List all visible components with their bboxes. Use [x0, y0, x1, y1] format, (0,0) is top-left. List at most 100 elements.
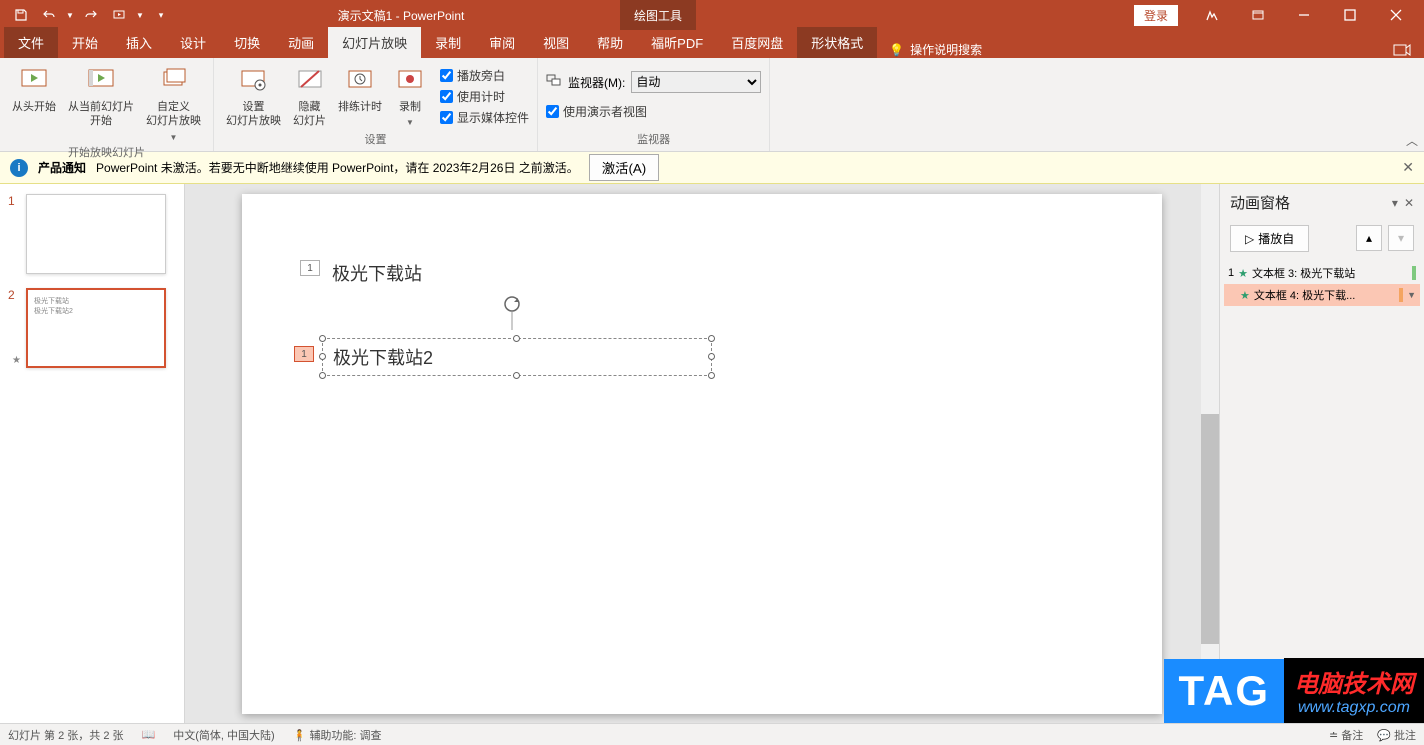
slide-editor[interactable]: 1 极光下载站 1 极光下载站2 [185, 184, 1219, 723]
tab-file[interactable]: 文件 [4, 27, 58, 58]
tab-review[interactable]: 审阅 [475, 27, 529, 58]
rotate-handle-icon[interactable] [502, 294, 522, 337]
monitor-label: 监视器(M): [568, 74, 625, 91]
media-checkbox[interactable]: 显示媒体控件 [440, 107, 529, 128]
undo-dropdown-icon[interactable]: ▼ [64, 2, 76, 28]
resize-handle[interactable] [319, 372, 326, 379]
rehearse-icon [344, 64, 376, 96]
resize-handle[interactable] [708, 335, 715, 342]
titlebar-right: 登录 [1134, 0, 1424, 30]
resize-handle[interactable] [513, 372, 520, 379]
tab-slideshow[interactable]: 幻灯片放映 [328, 27, 421, 58]
ribbon-group-start: 从头开始 从当前幻灯片 开始 自定义 幻灯片放映 ▼ 开始放映幻灯片 [0, 58, 214, 151]
hide-slide-icon [294, 64, 326, 96]
resize-handle[interactable] [319, 335, 326, 342]
pane-close-icon[interactable]: ✕ [1404, 196, 1414, 210]
notice-close-icon[interactable]: ✕ [1402, 159, 1414, 176]
presenter-view-checkbox[interactable]: 使用演示者视图 [546, 101, 761, 122]
slide-thumbnail-2[interactable]: 极光下载站极光下载站2 ★ [26, 288, 166, 368]
activate-button[interactable]: 激活(A) [589, 154, 659, 181]
editor-scrollbar[interactable] [1201, 184, 1219, 723]
tab-animation[interactable]: 动画 [274, 27, 328, 58]
resize-handle[interactable] [319, 353, 326, 360]
textbox-1[interactable]: 极光下载站 [332, 260, 422, 286]
textbox-2-selected[interactable]: 极光下载站2 [322, 338, 712, 376]
close-icon[interactable] [1374, 0, 1418, 30]
custom-slideshow-button[interactable]: 自定义 幻灯片放映 ▼ [142, 62, 205, 144]
group-label-setup: 设置 [222, 131, 529, 149]
record-icon [394, 64, 426, 96]
resize-handle[interactable] [708, 372, 715, 379]
slide-thumbnail-panel: 1 2 极光下载站极光下载站2 ★ [0, 184, 185, 723]
minimize-icon[interactable] [1282, 0, 1326, 30]
dropdown-icon: ▼ [170, 133, 178, 142]
tab-format[interactable]: 形状格式 [797, 27, 877, 58]
from-beginning-button[interactable]: 从头开始 [8, 62, 60, 144]
share-icon[interactable] [1380, 42, 1424, 58]
language-status[interactable]: 中文(简体, 中国大陆) [173, 727, 274, 743]
comments-button[interactable]: 💬 批注 [1377, 727, 1416, 743]
play-from-start-icon [18, 64, 50, 96]
notes-button[interactable]: ≐ 备注 [1329, 727, 1363, 743]
tab-record[interactable]: 录制 [421, 27, 475, 58]
animation-item[interactable]: 1 ★ 文本框 3: 极光下载站 [1224, 262, 1420, 284]
tab-transition[interactable]: 切换 [220, 27, 274, 58]
maximize-icon[interactable] [1328, 0, 1372, 30]
timing-checkbox[interactable]: 使用计时 [440, 86, 529, 107]
anim-item-label: 文本框 4: 极光下载... [1254, 287, 1395, 303]
from-current-button[interactable]: 从当前幻灯片 开始 [64, 62, 138, 144]
thumb-number: 1 [8, 194, 20, 274]
custom-slideshow-icon [158, 64, 190, 96]
resize-handle[interactable] [708, 353, 715, 360]
spellcheck-icon[interactable]: 📖 [142, 728, 156, 741]
animation-order-tag[interactable]: 1 [300, 260, 320, 276]
slide-thumbnail-1[interactable] [26, 194, 166, 274]
hide-slide-button[interactable]: 隐藏 幻灯片 [289, 62, 330, 131]
accessibility-icon: 🧍 [293, 730, 307, 742]
animation-order-tag[interactable]: 1 [294, 346, 314, 362]
animation-item[interactable]: ★ 文本框 4: 极光下载... ▼ [1224, 284, 1420, 306]
tab-help[interactable]: 帮助 [583, 27, 637, 58]
undo-icon[interactable] [36, 2, 62, 28]
save-icon[interactable] [8, 2, 34, 28]
login-button[interactable]: 登录 [1134, 5, 1178, 26]
status-bar: 幻灯片 第 2 张，共 2 张 📖 中文(简体, 中国大陆) 🧍 辅助功能: 调… [0, 723, 1424, 745]
lightbulb-icon: 💡 [889, 43, 904, 57]
setup-slideshow-button[interactable]: 设置 幻灯片放映 [222, 62, 285, 131]
setup-icon [238, 64, 270, 96]
dropdown-icon: ▼ [406, 118, 414, 127]
from-current-label: 从当前幻灯片 开始 [68, 100, 134, 129]
scrollbar-handle[interactable] [1201, 414, 1219, 644]
tab-insert[interactable]: 插入 [112, 27, 166, 58]
move-down-button[interactable]: ▾ [1388, 225, 1414, 251]
monitor-select[interactable]: 自动 [631, 71, 761, 93]
tab-foxit[interactable]: 福昕PDF [637, 27, 717, 58]
title-bar: ▼ ▼ ▾ 演示文稿1 - PowerPoint 绘图工具 登录 [0, 0, 1424, 30]
pane-dropdown-icon[interactable]: ▾ [1392, 196, 1398, 210]
slide-canvas[interactable]: 1 极光下载站 1 极光下载站2 [242, 194, 1162, 714]
timeline-bar [1399, 288, 1403, 302]
narration-checkbox[interactable]: 播放旁白 [440, 65, 529, 86]
tab-home[interactable]: 开始 [58, 27, 112, 58]
workspace: 1 2 极光下载站极光下载站2 ★ 1 极光下载站 1 极光下载站2 [0, 184, 1424, 723]
tell-me-label: 操作说明搜索 [910, 41, 982, 58]
resize-handle[interactable] [513, 335, 520, 342]
tell-me-search[interactable]: 💡 操作说明搜索 [877, 41, 994, 58]
coming-soon-icon[interactable] [1190, 0, 1234, 30]
notification-bar: i 产品通知 PowerPoint 未激活。若要无中断地继续使用 PowerPo… [0, 152, 1424, 184]
qat-customize-icon[interactable]: ▾ [148, 2, 174, 28]
tab-design[interactable]: 设计 [166, 27, 220, 58]
tab-view[interactable]: 视图 [529, 27, 583, 58]
move-up-button[interactable]: ▴ [1356, 225, 1382, 251]
qat-dropdown-icon[interactable]: ▼ [134, 2, 146, 28]
ribbon-collapse-icon[interactable]: ︿ [1406, 132, 1418, 149]
redo-icon[interactable] [78, 2, 104, 28]
play-from-button[interactable]: ▷ 播放自 [1230, 225, 1309, 252]
accessibility-status[interactable]: 🧍 辅助功能: 调查 [293, 727, 382, 743]
record-button[interactable]: 录制 ▼ [390, 62, 430, 131]
item-dropdown-icon[interactable]: ▼ [1407, 290, 1416, 300]
tab-baidu[interactable]: 百度网盘 [717, 27, 797, 58]
start-slideshow-icon[interactable] [106, 2, 132, 28]
ribbon-options-icon[interactable] [1236, 0, 1280, 30]
rehearse-button[interactable]: 排练计时 [334, 62, 386, 131]
